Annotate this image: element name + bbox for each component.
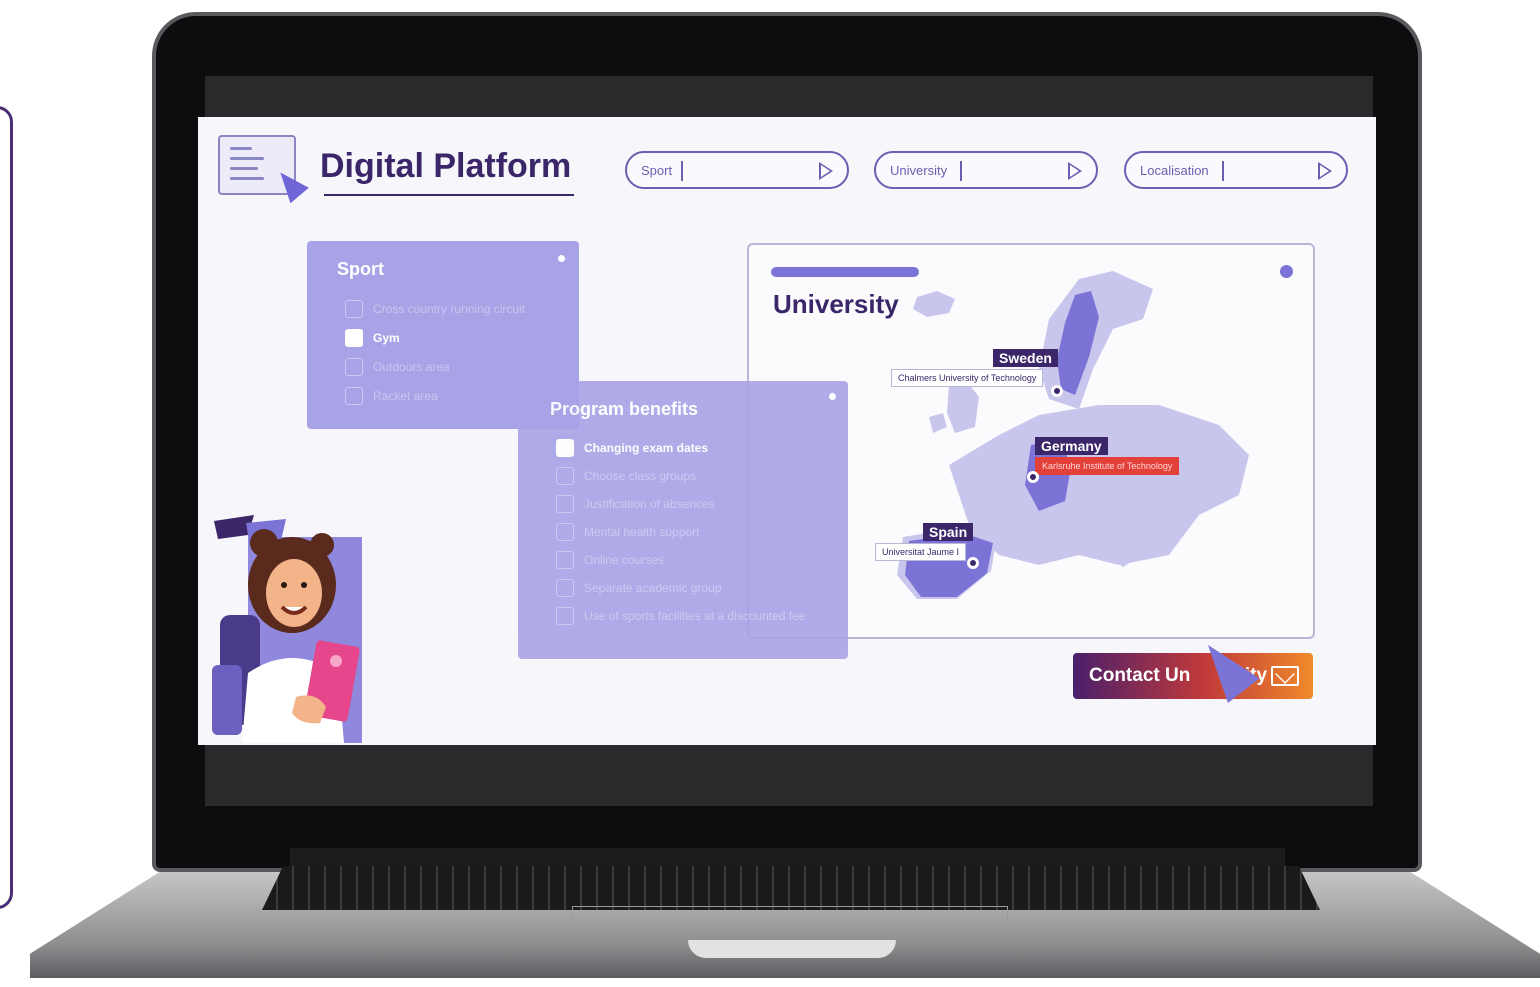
- sport-panel-title: Sport: [337, 259, 384, 279]
- page-title: Digital Platform: [320, 147, 572, 185]
- map-pin-icon[interactable]: [967, 557, 979, 569]
- sport-option-racket[interactable]: Racket area: [345, 386, 438, 406]
- checkbox-icon[interactable]: [556, 495, 574, 513]
- benefit-option-class-groups[interactable]: Choose class groups: [556, 466, 696, 486]
- university-search-input[interactable]: University: [874, 151, 1098, 189]
- country-tag-spain: Spain: [923, 523, 974, 541]
- benefit-option-academic-group[interactable]: Separate academic group: [556, 578, 721, 598]
- text-caret: [1222, 161, 1224, 181]
- laptop-keyboard: [262, 866, 1320, 910]
- benefits-panel-title: Program benefits: [550, 399, 699, 419]
- panel-dot: [829, 393, 836, 400]
- laptop-notch: [688, 940, 896, 958]
- benefit-option-online-courses[interactable]: Online courses: [556, 550, 664, 570]
- search-arrow-icon[interactable]: [1318, 162, 1332, 180]
- sport-option-outdoors[interactable]: Outdoors area: [345, 357, 450, 377]
- country-tag-germany: Germany: [1035, 437, 1108, 455]
- checkbox-icon[interactable]: [556, 467, 574, 485]
- benefits-panel: Program benefits Changing exam dates Cho…: [518, 381, 848, 659]
- checkbox-icon[interactable]: [345, 387, 363, 405]
- university-tag-jaume[interactable]: Universitat Jaume I: [875, 543, 967, 561]
- university-tag-chalmers[interactable]: Chalmers University of Technology: [891, 369, 1044, 387]
- sport-option-gym[interactable]: Gym: [345, 328, 400, 348]
- benefit-option-absences[interactable]: Justification of absences: [556, 494, 715, 514]
- search-arrow-icon[interactable]: [1068, 162, 1082, 180]
- laptop-trackpad: [572, 906, 1008, 940]
- contact-university-button[interactable]: Contact Un sity: [1073, 653, 1313, 699]
- student-illustration: [212, 515, 362, 743]
- title-underline: [324, 194, 574, 196]
- checkbox-icon[interactable]: [556, 579, 574, 597]
- sport-option-cross-country[interactable]: Cross country running circuit: [345, 299, 525, 319]
- benefit-option-exam-dates[interactable]: Changing exam dates: [556, 438, 708, 458]
- localisation-search-label: Localisation: [1140, 163, 1209, 178]
- university-tag-karlsruhe[interactable]: Karlsruhe Institute of Technology: [1035, 457, 1180, 475]
- localisation-search-input[interactable]: Localisation: [1124, 151, 1348, 189]
- map-pin-icon[interactable]: [1027, 471, 1039, 483]
- laptop-hinge: [290, 848, 1285, 868]
- map-pin-icon[interactable]: [1051, 385, 1063, 397]
- checkbox-icon[interactable]: [345, 329, 363, 347]
- panel-dot: [558, 255, 565, 262]
- sport-search-input[interactable]: Sport: [625, 151, 849, 189]
- text-caret: [681, 161, 683, 181]
- checkbox-icon[interactable]: [345, 358, 363, 376]
- mail-icon: [1271, 666, 1299, 686]
- checkbox-icon[interactable]: [556, 607, 574, 625]
- left-frame: [0, 106, 13, 909]
- checkbox-icon[interactable]: [556, 439, 574, 457]
- checkbox-icon[interactable]: [556, 523, 574, 541]
- sport-search-label: Sport: [641, 163, 673, 178]
- benefit-option-mental-health[interactable]: Mental health support: [556, 522, 699, 542]
- checkbox-icon[interactable]: [345, 300, 363, 318]
- university-search-label: University: [890, 163, 948, 178]
- text-caret: [960, 161, 962, 181]
- search-arrow-icon[interactable]: [819, 162, 833, 180]
- benefit-option-sports-facilities[interactable]: Use of sports facilities at a discounted…: [556, 606, 805, 626]
- app-screen: Digital Platform Sport University Locali…: [198, 117, 1376, 745]
- checkbox-icon[interactable]: [556, 551, 574, 569]
- country-tag-sweden: Sweden: [993, 349, 1058, 367]
